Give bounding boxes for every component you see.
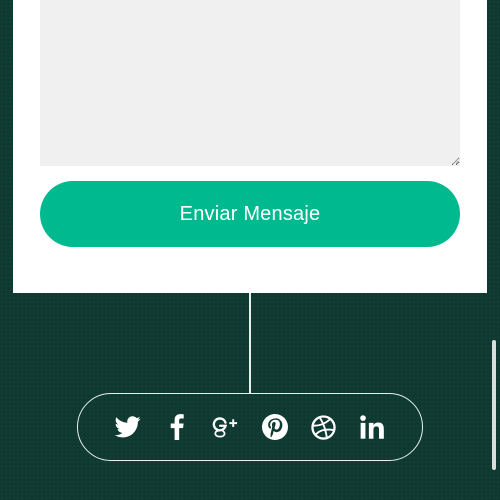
social-link-google-plus[interactable]	[212, 412, 239, 442]
contact-form-card: Enviar Mensaje	[13, 0, 487, 293]
social-link-facebook[interactable]	[163, 412, 190, 442]
message-textarea[interactable]	[40, 0, 460, 166]
facebook-icon	[170, 414, 184, 440]
google-plus-icon	[212, 417, 238, 438]
pinterest-icon	[261, 414, 288, 440]
send-message-button[interactable]: Enviar Mensaje	[40, 181, 460, 247]
social-links-bar	[77, 393, 423, 461]
social-link-dribbble[interactable]	[310, 412, 337, 442]
connector-line	[249, 293, 251, 393]
social-link-pinterest[interactable]	[261, 412, 288, 442]
resize-handle-icon[interactable]	[453, 158, 459, 164]
linkedin-icon	[359, 415, 384, 439]
twitter-icon	[114, 416, 141, 438]
scrollbar-thumb[interactable]	[492, 340, 496, 470]
social-link-twitter[interactable]	[114, 412, 141, 442]
dribbble-icon	[311, 414, 336, 440]
social-link-linkedin[interactable]	[359, 412, 386, 442]
